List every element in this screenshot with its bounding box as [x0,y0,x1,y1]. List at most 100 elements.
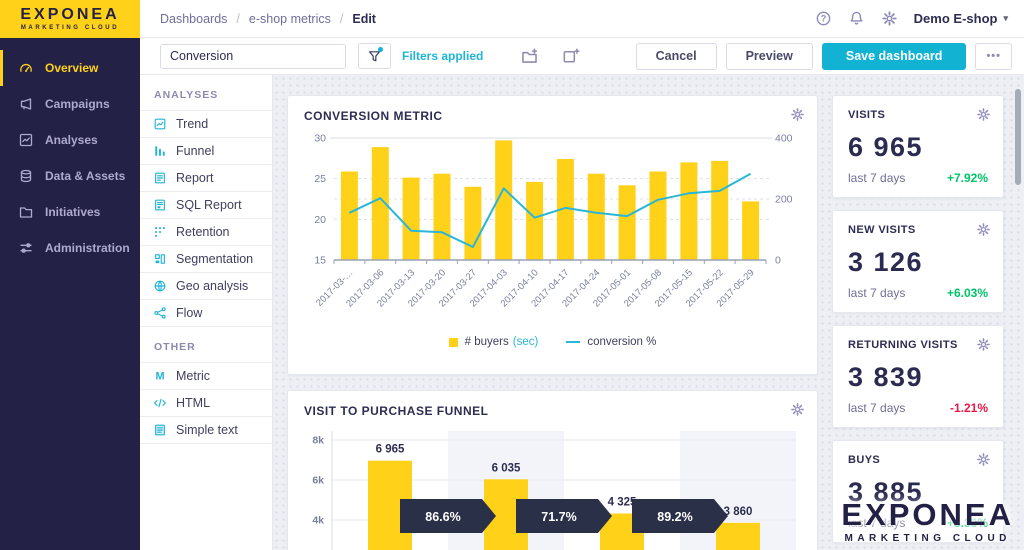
notifications-button[interactable] [848,10,865,27]
widget-item-sql-report[interactable]: SQL Report [140,192,272,219]
save-dashboard-button[interactable]: Save dashboard [822,43,967,70]
brand-logo[interactable]: EXPONEA MARKETING CLOUD [0,0,140,38]
kpi-settings-button[interactable] [976,222,991,237]
sliders-icon [18,230,34,266]
gear-icon [976,337,991,352]
kpi-change: +7.92% [947,171,988,185]
widget-item-trend[interactable]: Trend [140,111,272,138]
conversion-metric-panel: CONVERSION METRIC 3025201540020002017-03… [287,95,818,375]
sidebar-item-overview[interactable]: Overview [0,50,140,86]
sidebar-item-administration[interactable]: Administration [0,230,140,266]
kpi-value: 3 885 [848,477,988,508]
cancel-button[interactable]: Cancel [636,43,717,70]
breadcrumb-dashboards[interactable]: Dashboards [160,12,227,26]
kpi-change: +6.03% [947,286,988,300]
panel-settings-button[interactable] [790,107,805,122]
svg-text:400: 400 [775,133,793,145]
megaphone-icon [18,86,34,122]
retention-icon [153,219,167,245]
widget-item-geo-analysis[interactable]: Geo analysis [140,273,272,300]
svg-text:25: 25 [314,173,326,185]
svg-text:8k: 8k [312,435,324,447]
widget-item-segmentation[interactable]: Segmentation [140,246,272,273]
svg-text:6 965: 6 965 [376,444,405,456]
brand-tagline: MARKETING CLOUD [21,25,119,31]
widget-item-label: HTML [176,396,210,410]
kpi-footer: last 7 days +6.03% [848,286,988,300]
kpi-value: 3 126 [848,247,988,278]
sidebar-item-data-assets[interactable]: Data & Assets [0,158,140,194]
sidebar-item-label: Campaigns [45,97,110,111]
kpi-title: NEW VISITS [848,224,988,236]
kpi-settings-button[interactable] [976,452,991,467]
add-folder-button[interactable] [520,47,539,66]
topbar-actions: ? Demo E-shop ▾ [815,10,1008,27]
sql-report-icon [153,192,167,218]
sidebar-item-analyses[interactable]: Analyses [0,122,140,158]
sidebar-item-label: Administration [45,241,130,255]
report-icon [153,165,167,191]
breadcrumb-edit: Edit [352,12,376,26]
panel-header: CONVERSION METRIC [304,109,801,123]
widget-item-label: Metric [176,369,210,383]
filters-applied-link[interactable]: Filters applied [402,49,483,63]
funnel-bars-icon [153,138,167,164]
settings-button[interactable] [881,10,898,27]
widget-item-flow[interactable]: Flow [140,300,272,327]
widget-panel: ANALYSESTrendFunnelReport SQL Report Reten… [140,75,273,550]
scrollbar-thumb[interactable] [1015,89,1021,185]
export-icon [561,47,580,66]
sidebar-item-label: Data & Assets [45,169,125,183]
panel-settings-button[interactable] [790,402,805,417]
add-widget-button[interactable] [561,47,580,66]
toolbar: Filters applied Cancel Preview Save dash… [140,38,1024,75]
main-area: Dashboards/e-shop metrics/Edit ? Demo E-… [140,0,1024,550]
svg-text:30: 30 [314,133,326,145]
account-menu[interactable]: Demo E-shop ▾ [914,11,1008,26]
widget-item-funnel[interactable]: Funnel [140,138,272,165]
widget-item-report[interactable]: Report [140,165,272,192]
panel-title: VISIT TO PURCHASE FUNNEL [304,404,801,418]
svg-text:20: 20 [314,214,326,226]
svg-text:0: 0 [775,255,781,267]
dashboard-name-input[interactable] [160,44,346,69]
preview-button[interactable]: Preview [726,43,813,70]
widget-item-simple-text[interactable]: Simple text [140,417,272,444]
kpi-period: last 7 days [848,286,905,300]
kpi-value: 6 965 [848,132,988,163]
sidebar-item-label: Initiatives [45,205,100,219]
widget-section-title-other: OTHER [140,327,272,363]
svg-text:89.2%: 89.2% [657,510,692,524]
widget-item-label: Simple text [176,423,238,437]
more-options-button[interactable]: ••• [975,43,1012,70]
kpi-footer: last 7 days+7.92% [848,171,988,185]
kpi-settings-button[interactable] [976,337,991,352]
brand-name: EXPONEA [20,7,119,23]
breadcrumb-e-shop-metrics[interactable]: e-shop metrics [249,12,331,26]
kpi-card-visits: VISITS6 965last 7 days+7.92% [832,95,1004,198]
kpi-settings-button[interactable] [976,107,991,122]
sidebar-item-initiatives[interactable]: Initiatives [0,194,140,230]
svg-text:6k: 6k [312,475,324,487]
widget-item-html[interactable]: HTML [140,390,272,417]
svg-text:71.7%: 71.7% [541,510,576,524]
chevron-down-icon: ▾ [1003,13,1008,24]
widget-item-label: SQL Report [176,198,242,212]
kpi-card-returning-visits: RETURNING VISITS3 839last 7 days-1.21% [832,325,1004,428]
app-root: EXPONEA MARKETING CLOUD Overview Campaign… [0,0,1024,550]
widget-item-retention[interactable]: Retention [140,219,272,246]
help-button[interactable]: ? [815,10,832,27]
sidebar: EXPONEA MARKETING CLOUD Overview Campaign… [0,0,140,550]
legend-conversion: conversion % [566,336,656,348]
svg-text:M: M [155,371,164,383]
filter-button[interactable] [358,43,391,69]
account-name: Demo E-shop [914,11,998,26]
svg-text:4k: 4k [312,515,324,527]
widget-section-title-analyses: ANALYSES [140,75,272,111]
conversion-chart: 3025201540020002017-03-…2017-03-062017-0… [304,130,803,335]
metric-icon: M [153,363,167,389]
svg-text:?: ? [820,14,826,24]
sidebar-item-campaigns[interactable]: Campaigns [0,86,140,122]
widget-item-metric[interactable]: M Metric [140,363,272,390]
topbar: Dashboards/e-shop metrics/Edit ? Demo E-… [140,0,1024,38]
